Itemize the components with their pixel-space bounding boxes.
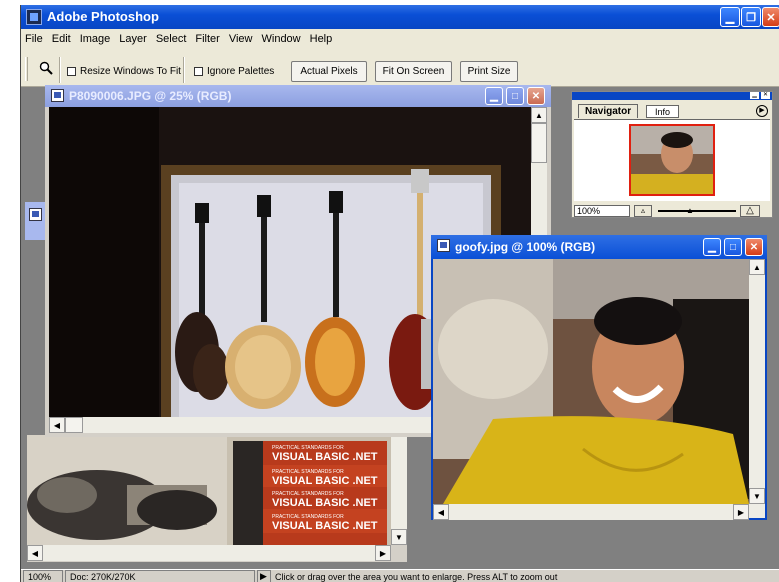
vertical-scrollbar[interactable]: ▲ ▼ (749, 259, 765, 504)
status-menu-arrow-icon[interactable]: ▶ (257, 570, 271, 582)
minimize-button[interactable]: ▁ (720, 7, 740, 27)
horizontal-scrollbar[interactable]: ◀ ▶ (27, 545, 391, 561)
book-spine-title: VISUAL BASIC .NET (272, 520, 378, 532)
vertical-scrollbar[interactable]: ▼ (391, 435, 407, 545)
resize-windows-checkbox[interactable]: Resize Windows To Fit (67, 66, 181, 77)
book-spine-title: VISUAL BASIC .NET (272, 475, 378, 487)
palette-minimize-button[interactable]: ▁ (750, 92, 759, 99)
info-tab[interactable]: Info (646, 105, 680, 118)
menu-select[interactable]: Select (156, 33, 187, 45)
menu-help[interactable]: Help (310, 33, 333, 45)
zoom-out-icon[interactable]: ▵ (634, 205, 652, 217)
book-spine-title: VISUAL BASIC .NET (272, 497, 378, 509)
palette-menu-arrow-icon[interactable]: ▶ (756, 105, 768, 117)
document-title-bar[interactable]: goofy.jpg @ 100% (RGB) ▁ □ ✕ (431, 235, 767, 259)
resize-windows-label: Resize Windows To Fit (80, 66, 181, 77)
status-hint: Click or drag over the area you want to … (271, 570, 779, 582)
menu-layer[interactable]: Layer (119, 33, 147, 45)
document-icon (29, 208, 42, 221)
navigator-preview-image[interactable] (629, 124, 715, 196)
palette-title-bar[interactable] (572, 92, 772, 100)
document-title-bar[interactable]: P8090006.JPG @ 25% (RGB) ▁ □ ✕ (45, 85, 551, 107)
photoshop-app-icon (26, 9, 42, 25)
print-size-button[interactable]: Print Size (460, 61, 518, 82)
doc-minimize-button[interactable]: ▁ (485, 87, 503, 105)
status-zoom[interactable]: 100% (23, 570, 63, 582)
options-separator (59, 57, 61, 83)
horizontal-scroll-thumb[interactable] (65, 417, 83, 433)
menu-image[interactable]: Image (80, 33, 111, 45)
ignore-palettes-checkbox[interactable]: Ignore Palettes (194, 66, 274, 77)
doc-maximize-button[interactable]: □ (724, 238, 742, 256)
zoom-slider-track[interactable] (658, 210, 736, 212)
document-title: P8090006.JPG @ 25% (RGB) (69, 89, 232, 103)
options-bar-grip[interactable] (25, 57, 28, 81)
zoom-tool-icon[interactable] (39, 61, 53, 75)
books-document-window[interactable]: PRACTICAL STANDARDS FOR VISUAL BASIC .NE… (27, 435, 407, 562)
scroll-right-arrow[interactable]: ▶ (733, 504, 749, 520)
navigator-thumbnail-area (574, 119, 770, 201)
doc-minimize-button[interactable]: ▁ (703, 238, 721, 256)
navigator-zoom-field[interactable]: 100% (574, 205, 630, 217)
checkbox-box[interactable] (194, 67, 203, 76)
document-title: goofy.jpg @ 100% (RGB) (455, 240, 596, 254)
book-spine-title: VISUAL BASIC .NET (272, 451, 378, 463)
horizontal-scrollbar[interactable]: ◀ ▶ (433, 504, 749, 520)
close-button[interactable]: ✕ (762, 7, 779, 27)
goofy-document-window[interactable]: goofy.jpg @ 100% (RGB) ▁ □ ✕ ▲ ▼ ◀ ▶ (431, 235, 767, 520)
scroll-left-arrow[interactable]: ◀ (433, 504, 449, 520)
scroll-up-arrow[interactable]: ▲ (749, 259, 765, 275)
goofy-photo (433, 259, 749, 504)
menu-edit[interactable]: Edit (52, 33, 71, 45)
scroll-up-arrow[interactable]: ▲ (531, 107, 547, 123)
document-icon (437, 239, 450, 252)
doc-maximize-button[interactable]: □ (506, 87, 524, 105)
zoom-slider-handle[interactable]: ▲ (686, 206, 694, 215)
options-bar: Resize Windows To Fit Ignore Palettes Ac… (21, 49, 779, 87)
status-doc-size[interactable]: Doc: 270K/270K (65, 570, 255, 582)
menu-filter[interactable]: Filter (195, 33, 219, 45)
app-title: Adobe Photoshop (47, 9, 159, 24)
palette-close-button[interactable]: ✕ (761, 92, 770, 99)
scroll-right-arrow[interactable]: ▶ (375, 545, 391, 561)
scroll-down-arrow[interactable]: ▼ (749, 488, 765, 504)
menu-file[interactable]: File (25, 33, 43, 45)
doc-close-button[interactable]: ✕ (745, 238, 763, 256)
scroll-left-arrow[interactable]: ◀ (27, 545, 43, 561)
menu-view[interactable]: View (229, 33, 253, 45)
menu-bar: File Edit Image Layer Select Filter View… (21, 29, 779, 49)
navigator-tab[interactable]: Navigator (578, 104, 639, 118)
ignore-palettes-label: Ignore Palettes (207, 66, 275, 77)
zoom-in-icon[interactable]: △ (740, 205, 760, 217)
actual-pixels-button[interactable]: Actual Pixels (291, 61, 367, 82)
fit-on-screen-button[interactable]: Fit On Screen (375, 61, 452, 82)
options-separator (183, 57, 185, 83)
doc-close-button[interactable]: ✕ (527, 87, 545, 105)
scroll-down-arrow[interactable]: ▼ (391, 529, 407, 545)
vertical-scroll-thumb[interactable] (531, 123, 547, 163)
app-title-bar[interactable]: Adobe Photoshop ▁ ❐ ✕ (21, 5, 779, 29)
scroll-left-arrow[interactable]: ◀ (49, 417, 65, 433)
menu-window[interactable]: Window (262, 33, 301, 45)
status-bar: 100% Doc: 270K/270K ▶ Click or drag over… (21, 569, 779, 582)
restore-button[interactable]: ❐ (741, 7, 761, 27)
document-icon (51, 89, 64, 102)
photoshop-app-window: Adobe Photoshop ▁ ❐ ✕ File Edit Image La… (20, 5, 779, 582)
navigator-palette: ▁ ✕ Navigator Info ▶ 100% ▵ ▲ △ (571, 91, 773, 218)
checkbox-box[interactable] (67, 67, 76, 76)
